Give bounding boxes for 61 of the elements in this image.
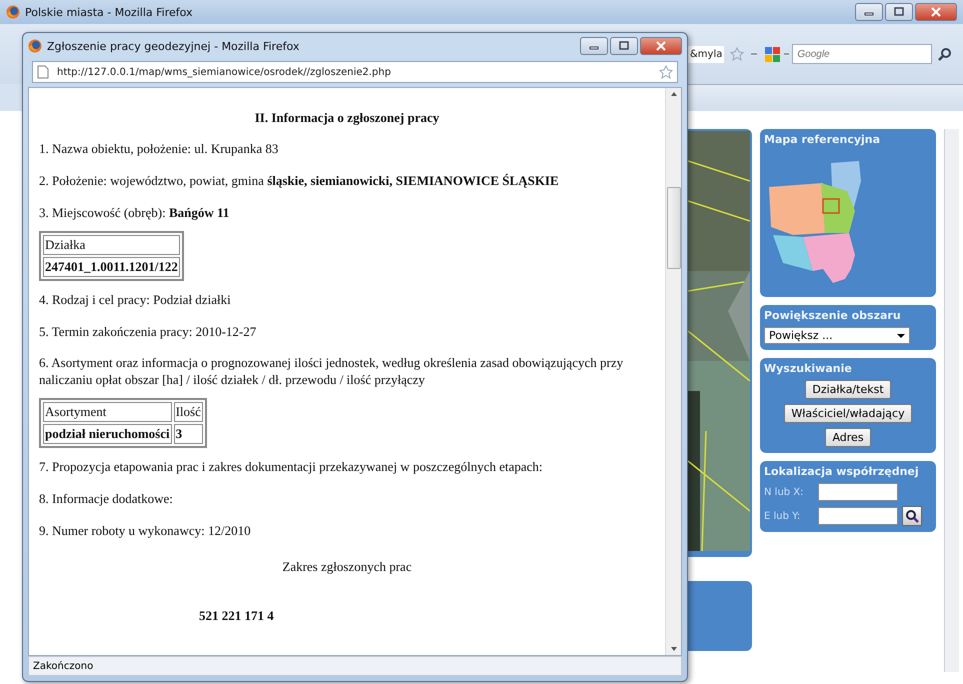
scroll-down-icon — [670, 646, 678, 652]
panel-title: Wyszukiwanie — [764, 362, 852, 375]
maximize-icon — [894, 7, 904, 17]
paragraph: 7. Propozycja etapowania prac i zakres dokumentacji przekazywanej w poszczególnych etapach: — [39, 459, 544, 476]
field-label: N lub X: — [764, 486, 805, 498]
field-label: E lub Y: — [764, 510, 802, 522]
column-header: Asortyment — [43, 402, 172, 422]
maximize-button[interactable] — [610, 37, 638, 55]
search-button[interactable]: Właściciel/władający — [784, 404, 912, 423]
search-button[interactable]: Działka/tekst — [805, 380, 891, 399]
paragraph: 1. Nazwa obiektu, położenie: ul. Krupanka 83 — [39, 141, 280, 158]
panel-title: Lokalizacja współrzędnej — [764, 465, 919, 478]
section-heading: II. Informacja o zgłoszonej pracy — [254, 110, 440, 126]
paragraph: 2. Położenie: województwo, powiat, gmina śląskie, siemianowicki, SIEMIANOWICE ŚLĄSKIE — [39, 172, 560, 190]
panel-title: Powiększenie obszaru — [764, 309, 901, 322]
paragraph: 6. Asortyment oraz informacja o prognozowanej ilości jednostek, według określenia zasad obowiązujących przy naliczaniu opłat obszar [ha] / ilość działek / dł. przewodu / ilość przyłączy — [39, 355, 624, 390]
close-button[interactable] — [915, 3, 957, 21]
panel-background — [688, 581, 752, 651]
address-field[interactable]: &myla — [688, 46, 724, 62]
coordinate-field[interactable] — [818, 507, 898, 525]
paragraph: 8. Informacje dodatkowe: — [39, 491, 174, 508]
google-logo-icon — [764, 45, 790, 63]
star-icon — [659, 65, 673, 79]
scroll-up-icon — [670, 91, 678, 97]
paragraph: 3. Miejscowość (obręb): Bańgów 11 — [39, 204, 230, 222]
scrollbar[interactable] — [944, 129, 959, 672]
column-header: Działka — [43, 234, 180, 255]
close-icon — [656, 41, 666, 51]
paragraph: 5. Termin zakończenia pracy: 2010-12-27 — [39, 324, 258, 340]
section-heading: Zakres zgłoszonych prac — [281, 558, 413, 575]
zoom-select[interactable]: Powiększ ... — [764, 327, 910, 344]
scrollbar-thumb[interactable] — [666, 187, 680, 269]
search-icon — [938, 47, 952, 61]
search-button[interactable]: Adres — [825, 428, 871, 447]
code-text: 521 221 171 4 — [199, 608, 275, 624]
minimize-button[interactable] — [580, 37, 608, 55]
table-cell: 3 — [174, 424, 203, 444]
paragraph: 9. Numer roboty u wykonawcy: 12/2010 — [39, 523, 252, 540]
column-header: Ilość — [174, 402, 203, 422]
maximize-icon — [619, 41, 629, 51]
dropdown-arrow-icon — [897, 332, 905, 338]
maximize-button[interactable] — [885, 3, 913, 21]
firefox-logo-icon — [6, 5, 20, 19]
firefox-logo-icon — [28, 39, 42, 53]
page-icon — [37, 65, 49, 79]
scrollbar[interactable] — [665, 88, 681, 655]
panel-title: Mapa referencyjna — [764, 133, 880, 146]
coordinate-field[interactable] — [818, 483, 898, 501]
window-title: Zgłoszenie pracy geodezyjnej - Mozilla Firefox — [47, 40, 300, 52]
window-title: Polskie miasta - Mozilla Firefox — [25, 6, 193, 18]
search-field[interactable]: Google — [792, 44, 932, 64]
search-button[interactable] — [902, 506, 922, 526]
table-cell: podział nieruchomości — [43, 424, 172, 444]
star-icon — [730, 47, 744, 61]
status-bar: Zakończono — [28, 656, 682, 676]
address-field[interactable]: http://127.0.0.1/map/wms_siemianowice/osrodek//zgloszenie2.php — [32, 61, 678, 83]
close-icon — [931, 7, 941, 17]
table-cell: 247401_1.0011.1201/122 — [43, 256, 180, 277]
minimize-button[interactable] — [855, 3, 883, 21]
paragraph: 4. Rodzaj i cel pracy: Podział działki — [39, 292, 232, 309]
close-button[interactable] — [640, 37, 682, 55]
